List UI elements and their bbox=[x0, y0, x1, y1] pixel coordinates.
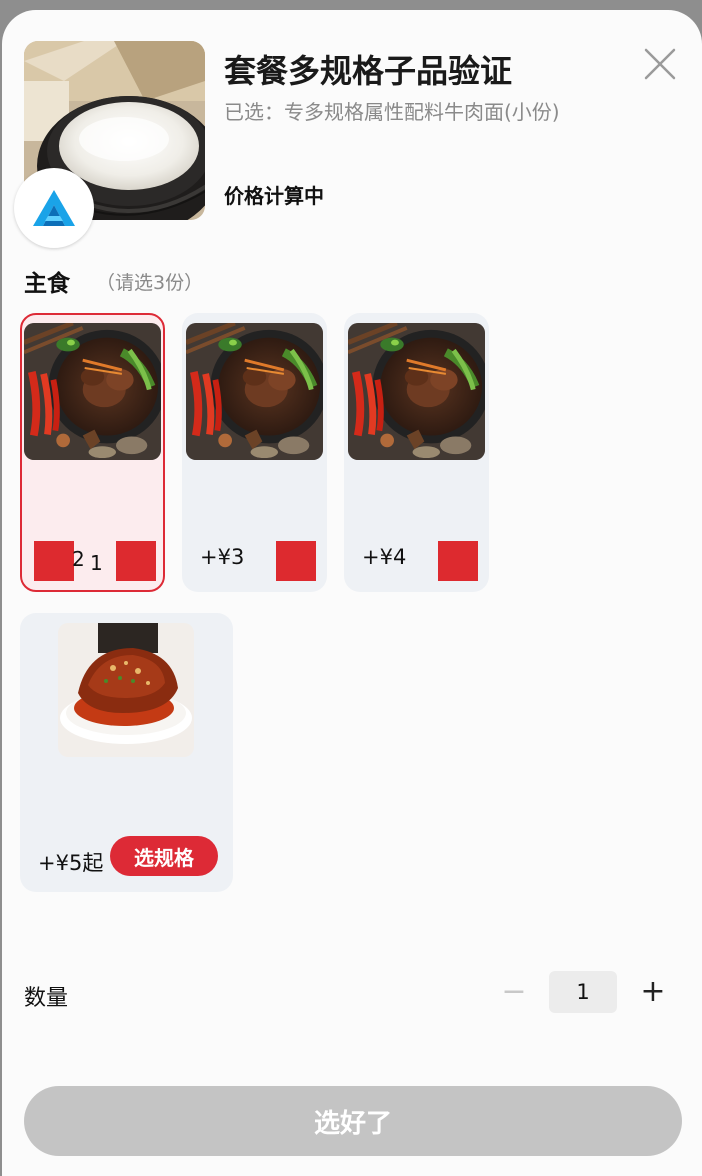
dish-image bbox=[58, 623, 194, 757]
quantity-label: 数量 bbox=[24, 986, 69, 1011]
store-logo bbox=[14, 168, 94, 248]
dish-image bbox=[348, 323, 485, 460]
dish-card-1[interactable]: 2 1 bbox=[20, 313, 165, 592]
item-qty: 1 bbox=[90, 551, 103, 575]
choose-spec-button[interactable]: 选规格 bbox=[110, 836, 218, 876]
decrease-button[interactable] bbox=[34, 541, 74, 581]
selected-spec-text: 已选：专多规格属性配料牛肉面(小份) bbox=[224, 100, 560, 124]
dish-image bbox=[186, 323, 323, 460]
quantity-increase-button[interactable]: + bbox=[638, 977, 668, 1008]
quantity-decrease-button[interactable]: − bbox=[500, 977, 528, 1007]
item-price: +¥3 bbox=[200, 545, 245, 569]
confirm-button[interactable]: 选好了 bbox=[24, 1086, 682, 1156]
dish-card-3[interactable]: +¥4 bbox=[344, 313, 489, 592]
price-status: 价格计算中 bbox=[224, 184, 324, 208]
section-title: 主食 bbox=[24, 271, 70, 297]
dish-image bbox=[24, 323, 161, 460]
add-button[interactable] bbox=[276, 541, 316, 581]
spec-selection-sheet: 套餐多规格子品验证 已选：专多规格属性配料牛肉面(小份) 价格计算中 主食 （请… bbox=[2, 10, 702, 1176]
increase-button[interactable] bbox=[116, 541, 156, 581]
item-qty-left: 2 bbox=[72, 547, 85, 571]
close-icon[interactable] bbox=[640, 44, 680, 84]
item-price: +¥5起 bbox=[38, 851, 104, 875]
item-price: +¥4 bbox=[362, 545, 407, 569]
section-hint: （请选3份） bbox=[96, 272, 204, 294]
dish-card-2[interactable]: +¥3 bbox=[182, 313, 327, 592]
add-button[interactable] bbox=[438, 541, 478, 581]
product-title: 套餐多规格子品验证 bbox=[224, 52, 513, 90]
quantity-value[interactable]: 1 bbox=[549, 971, 617, 1013]
